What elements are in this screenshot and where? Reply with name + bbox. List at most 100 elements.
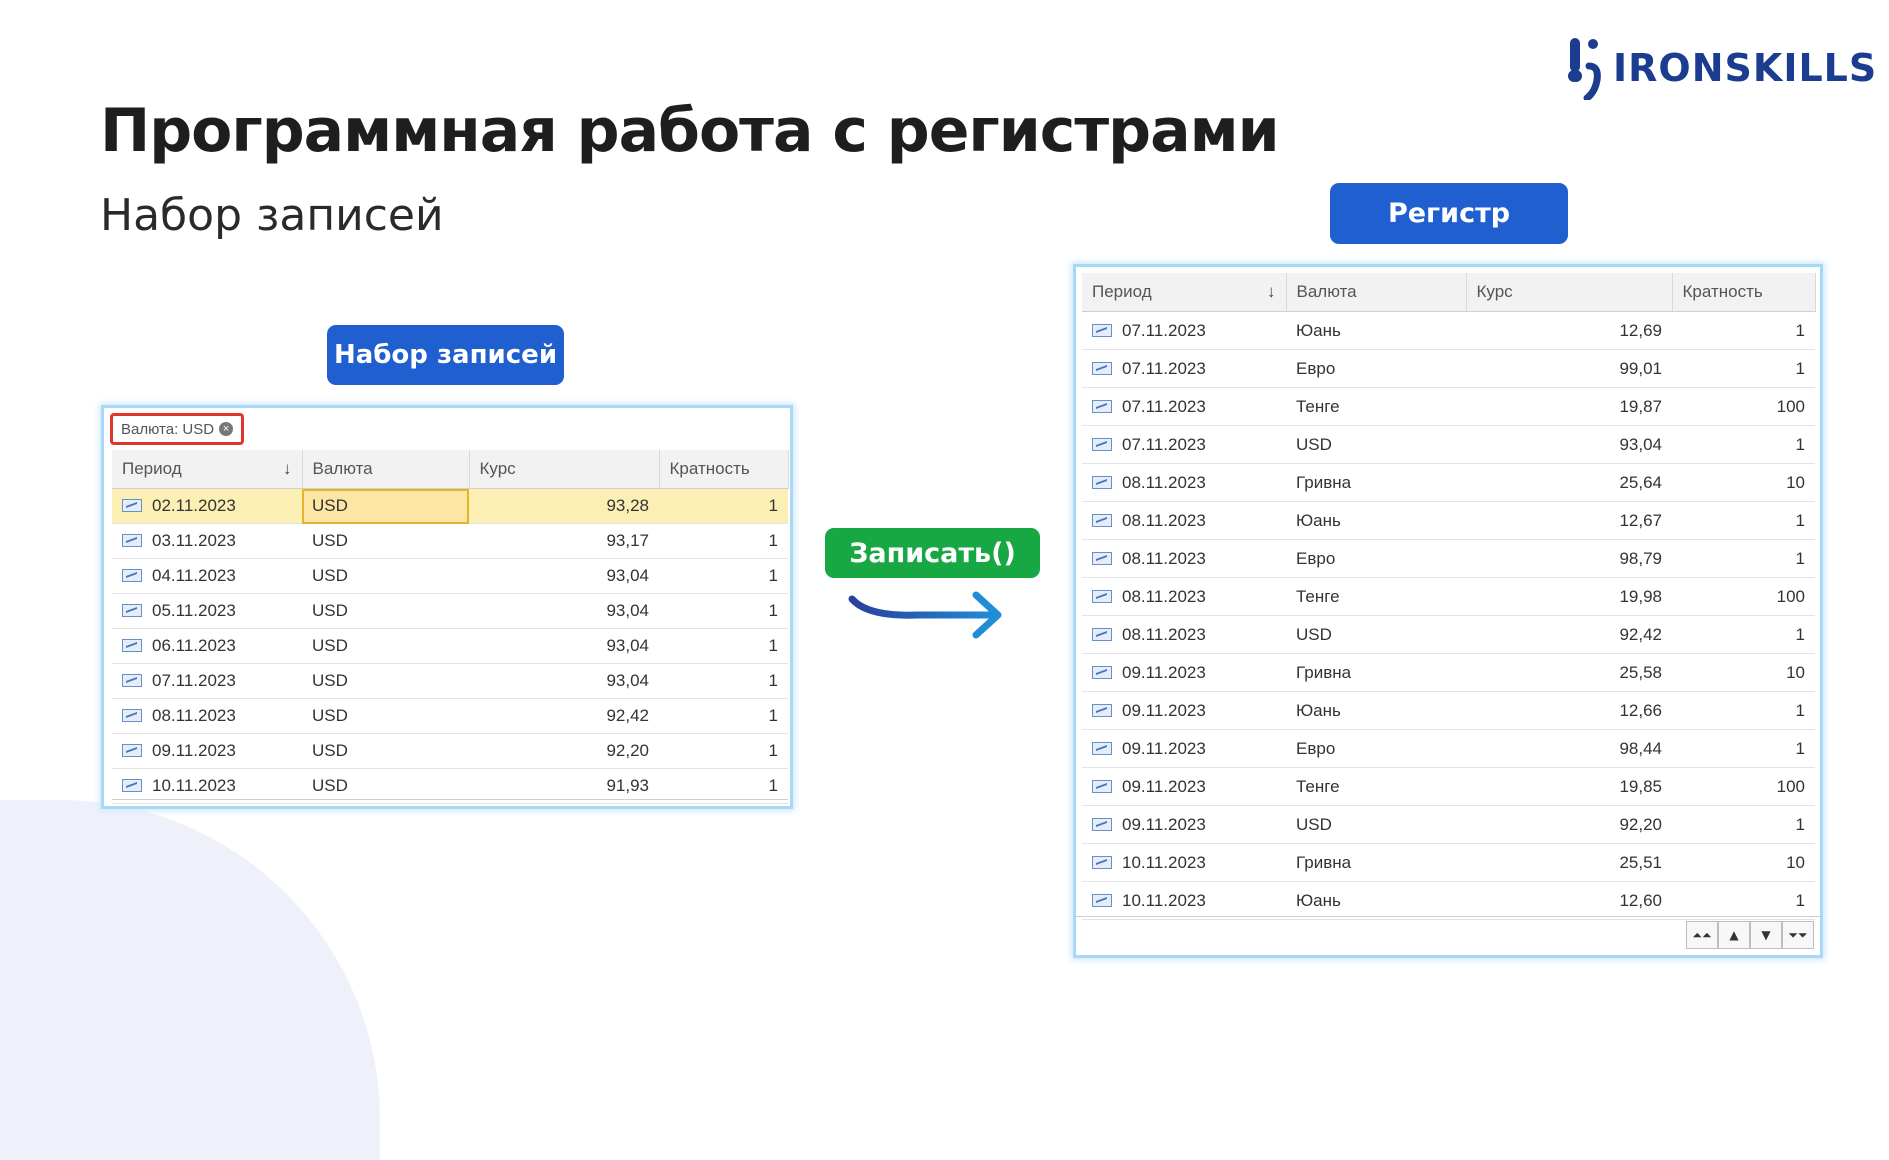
cell-rate[interactable]: 92,20 xyxy=(469,733,659,769)
cell-currency[interactable]: Юань xyxy=(1286,881,1466,920)
table-row[interactable]: 07.11.2023 Евро 99,01 1 xyxy=(1082,349,1815,388)
cell-currency[interactable]: USD xyxy=(302,628,469,664)
cell-currency[interactable]: Тенге xyxy=(1286,767,1466,806)
column-header-rate[interactable]: Курс xyxy=(1466,273,1673,312)
cell-multiplicity[interactable]: 10 xyxy=(1672,463,1815,502)
cell-multiplicity[interactable]: 1 xyxy=(1672,501,1815,540)
table-row[interactable]: 07.11.2023 Юань 12,69 1 xyxy=(1082,311,1815,350)
cell-rate[interactable]: 98,44 xyxy=(1466,729,1672,768)
cell-multiplicity[interactable]: 100 xyxy=(1672,577,1815,616)
cell-rate[interactable]: 93,04 xyxy=(469,558,659,594)
table-row[interactable]: 06.11.2023 USD 93,04 1 xyxy=(112,628,788,664)
table-row[interactable]: 09.11.2023 Гривна 25,58 10 xyxy=(1082,653,1815,692)
table-row[interactable]: 09.11.2023 USD 92,20 1 xyxy=(112,733,788,769)
cell-multiplicity[interactable]: 1 xyxy=(1672,805,1815,844)
table-row[interactable]: 09.11.2023 Юань 12,66 1 xyxy=(1082,691,1815,730)
cell-multiplicity[interactable]: 1 xyxy=(1672,311,1815,350)
cell-period[interactable]: 09.11.2023 xyxy=(1082,653,1286,692)
table-row[interactable]: 10.11.2023 Гривна 25,51 10 xyxy=(1082,843,1815,882)
cell-rate[interactable]: 19,85 xyxy=(1466,767,1672,806)
table-row[interactable]: 09.11.2023 USD 92,20 1 xyxy=(1082,805,1815,844)
cell-period[interactable]: 09.11.2023 xyxy=(1082,767,1286,806)
table-row[interactable]: 09.11.2023 Евро 98,44 1 xyxy=(1082,729,1815,768)
cell-rate[interactable]: 12,67 xyxy=(1466,501,1672,540)
cell-rate[interactable]: 19,87 xyxy=(1466,387,1672,426)
cell-multiplicity[interactable]: 1 xyxy=(1672,425,1815,464)
cell-currency[interactable]: Тенге xyxy=(1286,577,1466,616)
cell-currency[interactable]: USD xyxy=(302,488,469,524)
table-row[interactable]: 07.11.2023 Тенге 19,87 100 xyxy=(1082,387,1815,426)
cell-period[interactable]: 09.11.2023 xyxy=(1082,729,1286,768)
cell-multiplicity[interactable]: 1 xyxy=(1672,615,1815,654)
cell-currency[interactable]: USD xyxy=(302,698,469,734)
cell-multiplicity[interactable]: 1 xyxy=(659,558,788,594)
column-header-multiplicity[interactable]: Кратность xyxy=(659,450,789,489)
cell-rate[interactable]: 12,60 xyxy=(1466,881,1672,920)
table-row[interactable]: 09.11.2023 Тенге 19,85 100 xyxy=(1082,767,1815,806)
cell-rate[interactable]: 93,28 xyxy=(469,488,659,524)
cell-currency[interactable]: USD xyxy=(1286,615,1466,654)
cell-period[interactable]: 08.11.2023 xyxy=(1082,539,1286,578)
cell-currency[interactable]: Юань xyxy=(1286,501,1466,540)
cell-period[interactable]: 09.11.2023 xyxy=(1082,805,1286,844)
column-header-multiplicity[interactable]: Кратность xyxy=(1672,273,1816,312)
cell-rate[interactable]: 25,64 xyxy=(1466,463,1672,502)
table-row[interactable]: 08.11.2023 USD 92,42 1 xyxy=(112,698,788,734)
column-header-rate[interactable]: Курс xyxy=(469,450,660,489)
currency-filter-chip[interactable]: Валюта: USD × xyxy=(110,413,245,445)
next-button[interactable]: ▼ xyxy=(1750,921,1782,949)
cell-multiplicity[interactable]: 1 xyxy=(659,488,788,524)
cell-period[interactable]: 10.11.2023 xyxy=(1082,843,1286,882)
cell-rate[interactable]: 99,01 xyxy=(1466,349,1672,388)
cell-rate[interactable]: 25,58 xyxy=(1466,653,1672,692)
table-row[interactable]: 05.11.2023 USD 93,04 1 xyxy=(112,593,788,629)
cell-currency[interactable]: Юань xyxy=(1286,691,1466,730)
cell-rate[interactable]: 19,98 xyxy=(1466,577,1672,616)
cell-period[interactable]: 05.11.2023 xyxy=(112,593,302,629)
cell-rate[interactable]: 92,42 xyxy=(469,698,659,734)
cell-multiplicity[interactable]: 1 xyxy=(659,523,788,559)
cell-currency[interactable]: Евро xyxy=(1286,729,1466,768)
cell-currency[interactable]: USD xyxy=(1286,425,1466,464)
cell-multiplicity[interactable]: 10 xyxy=(1672,653,1815,692)
cell-currency[interactable]: Гривна xyxy=(1286,843,1466,882)
column-header-currency[interactable]: Валюта xyxy=(1286,273,1467,312)
cell-currency[interactable]: USD xyxy=(302,593,469,629)
cell-currency[interactable]: USD xyxy=(302,558,469,594)
cell-multiplicity[interactable]: 1 xyxy=(1672,729,1815,768)
first-page-button[interactable]: ⏶⏶ xyxy=(1686,921,1718,949)
cell-period[interactable]: 07.11.2023 xyxy=(112,663,302,699)
table-row[interactable]: 02.11.2023 USD 93,28 1 xyxy=(112,488,788,524)
cell-period[interactable]: 07.11.2023 xyxy=(1082,311,1286,350)
cell-currency[interactable]: USD xyxy=(302,523,469,559)
cell-rate[interactable]: 93,04 xyxy=(1466,425,1672,464)
cell-period[interactable]: 04.11.2023 xyxy=(112,558,302,594)
cell-rate[interactable]: 93,04 xyxy=(469,663,659,699)
table-row[interactable]: 07.11.2023 USD 93,04 1 xyxy=(112,663,788,699)
cell-rate[interactable]: 92,42 xyxy=(1466,615,1672,654)
cell-period[interactable]: 08.11.2023 xyxy=(112,698,302,734)
previous-button[interactable]: ▲ xyxy=(1718,921,1750,949)
cell-multiplicity[interactable]: 1 xyxy=(1672,691,1815,730)
last-page-button[interactable]: ⏷⏷ xyxy=(1782,921,1814,949)
cell-multiplicity[interactable]: 1 xyxy=(659,593,788,629)
column-header-period[interactable]: Период ↓ xyxy=(1082,273,1287,312)
cell-period[interactable]: 08.11.2023 xyxy=(1082,463,1286,502)
cell-multiplicity[interactable]: 100 xyxy=(1672,387,1815,426)
cell-currency[interactable]: Тенге xyxy=(1286,387,1466,426)
cell-rate[interactable]: 92,20 xyxy=(1466,805,1672,844)
cell-rate[interactable]: 12,66 xyxy=(1466,691,1672,730)
table-row[interactable]: 03.11.2023 USD 93,17 1 xyxy=(112,523,788,559)
cell-period[interactable]: 10.11.2023 xyxy=(1082,881,1286,920)
cell-multiplicity[interactable]: 1 xyxy=(659,663,788,699)
cell-rate[interactable]: 93,04 xyxy=(469,593,659,629)
cell-currency[interactable]: Гривна xyxy=(1286,653,1466,692)
cell-rate[interactable]: 25,51 xyxy=(1466,843,1672,882)
cell-period[interactable]: 08.11.2023 xyxy=(1082,577,1286,616)
cell-multiplicity[interactable]: 1 xyxy=(1672,881,1815,920)
cell-rate[interactable]: 98,79 xyxy=(1466,539,1672,578)
cell-multiplicity[interactable]: 10 xyxy=(1672,843,1815,882)
column-header-currency[interactable]: Валюта xyxy=(302,450,470,489)
table-row[interactable]: 08.11.2023 Тенге 19,98 100 xyxy=(1082,577,1815,616)
cell-period[interactable]: 07.11.2023 xyxy=(1082,425,1286,464)
